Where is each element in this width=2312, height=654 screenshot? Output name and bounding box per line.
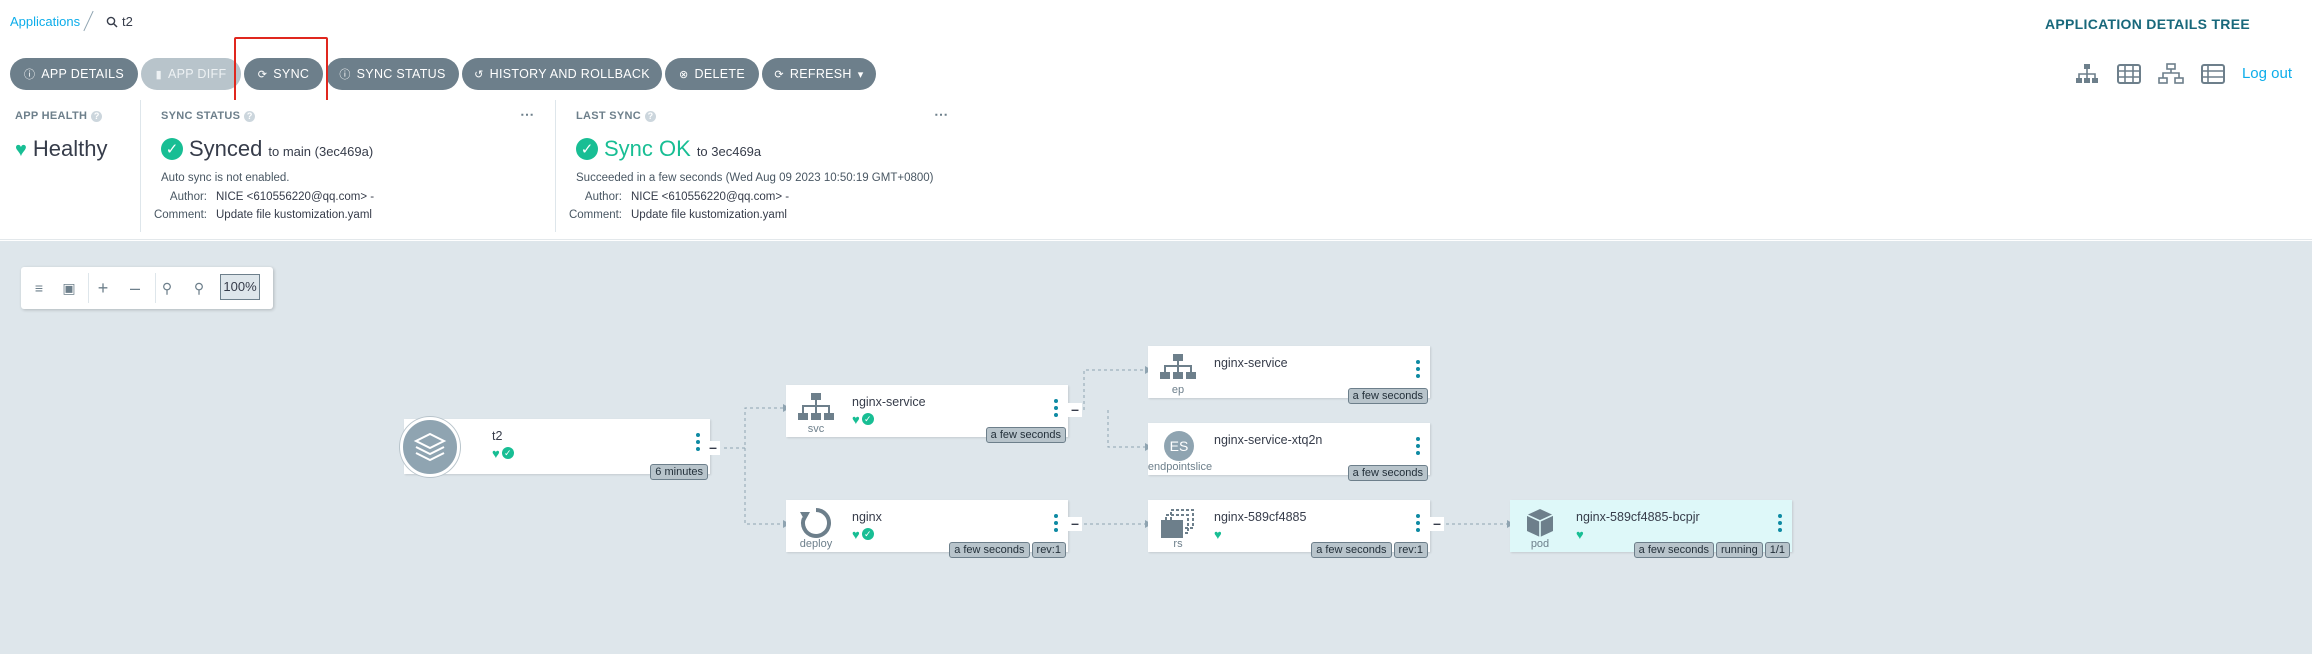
check-circle-icon: ✓	[861, 413, 874, 425]
node-menu-icon[interactable]	[1054, 514, 1058, 532]
node-svc-nginx-service[interactable]: svc nginx-service ♥ ✓ a few seconds	[786, 385, 1068, 443]
node-deploy-nginx[interactable]: deploy nginx ♥ ✓ a few seconds rev:1	[786, 500, 1068, 558]
heart-icon: ♥	[852, 527, 860, 542]
node-menu-icon[interactable]	[1416, 514, 1420, 532]
pod-icon	[1526, 509, 1554, 537]
node-tags: a few seconds	[985, 427, 1066, 443]
node-name: nginx-service	[1214, 356, 1288, 370]
replicaset-icon	[1161, 509, 1194, 538]
revision-tag: rev:1	[1393, 542, 1428, 558]
node-menu-icon[interactable]	[1416, 360, 1420, 378]
node-type: ep	[1171, 384, 1185, 396]
endpoints-icon	[1160, 354, 1196, 379]
node-tags: a few seconds rev:1	[949, 542, 1066, 558]
node-menu-icon[interactable]	[1416, 437, 1420, 455]
node-pod-nginx-589cf4885-bcpjr[interactable]: pod nginx-589cf4885-bcpjr ♥ a few second…	[1510, 500, 1792, 558]
node-status: ♥ ✓	[852, 528, 874, 541]
age-tag: 6 minutes	[650, 464, 708, 480]
node-tags: a few seconds	[1347, 465, 1428, 481]
deployment-icon	[800, 508, 831, 538]
age-tag: a few seconds	[949, 542, 1030, 558]
age-tag: a few seconds	[985, 427, 1066, 443]
collapse-toggle[interactable]: –	[1068, 516, 1082, 531]
node-rs-nginx-589cf4885[interactable]: rs nginx-589cf4885 ♥ a few seconds rev:1	[1148, 500, 1430, 558]
age-tag: a few seconds	[1347, 388, 1428, 404]
collapse-toggle[interactable]: –	[1430, 516, 1444, 531]
check-circle-icon: ✓	[861, 528, 874, 540]
node-name: nginx-service	[852, 395, 926, 409]
node-name: nginx-589cf4885-bcpjr	[1576, 510, 1700, 524]
collapse-toggle[interactable]: –	[1068, 402, 1082, 417]
node-type: svc	[807, 423, 825, 435]
node-status: ♥ ✓	[852, 413, 874, 426]
node-status: ♥	[1576, 528, 1584, 541]
state-tag: running	[1716, 542, 1763, 558]
service-icon	[798, 393, 834, 420]
node-menu-icon[interactable]	[696, 433, 700, 451]
node-endpointslice-nginx-service-xtq2n[interactable]: ES endpointslice nginx-service-xtq2n a f…	[1148, 423, 1430, 481]
node-name: nginx-service-xtq2n	[1214, 433, 1323, 447]
node-name: nginx	[852, 510, 882, 524]
age-tag: a few seconds	[1311, 542, 1392, 558]
node-ep-nginx-service[interactable]: ep nginx-service a few seconds	[1148, 346, 1430, 404]
check-circle-icon: ✓	[501, 447, 514, 459]
node-type: deploy	[799, 538, 833, 550]
endpointslice-icon: ES	[1164, 431, 1194, 461]
node-status: ♥ ✓	[492, 447, 514, 460]
app-circle	[400, 417, 460, 477]
endpointslice-badge: ES	[1169, 438, 1189, 454]
revision-tag: rev:1	[1031, 542, 1066, 558]
node-tags: a few seconds running 1/1	[1633, 542, 1790, 558]
node-menu-icon[interactable]	[1778, 514, 1782, 532]
node-tags: 6 minutes	[650, 464, 708, 480]
node-name: nginx-589cf4885	[1214, 510, 1307, 524]
tree-edges	[724, 366, 1514, 528]
node-type: rs	[1173, 538, 1183, 550]
app-node-t2[interactable]: t2 ♥ ✓ 6 minutes	[400, 417, 710, 480]
heart-icon: ♥	[1576, 527, 1584, 542]
heart-icon: ♥	[492, 446, 500, 461]
layers-icon	[413, 432, 447, 462]
ready-tag: 1/1	[1764, 542, 1790, 558]
node-menu-icon[interactable]	[1054, 399, 1058, 417]
node-name: t2	[492, 429, 503, 443]
node-status: ♥	[1214, 528, 1222, 541]
age-tag: a few seconds	[1633, 542, 1714, 558]
node-type: endpointslice	[1147, 461, 1213, 473]
heart-icon: ♥	[1214, 527, 1222, 542]
node-tags: a few seconds rev:1	[1311, 542, 1428, 558]
heart-icon: ♥	[852, 412, 860, 427]
node-tags: a few seconds	[1347, 388, 1428, 404]
collapse-toggle[interactable]: –	[706, 440, 720, 455]
age-tag: a few seconds	[1347, 465, 1428, 481]
node-type: pod	[1530, 538, 1550, 550]
